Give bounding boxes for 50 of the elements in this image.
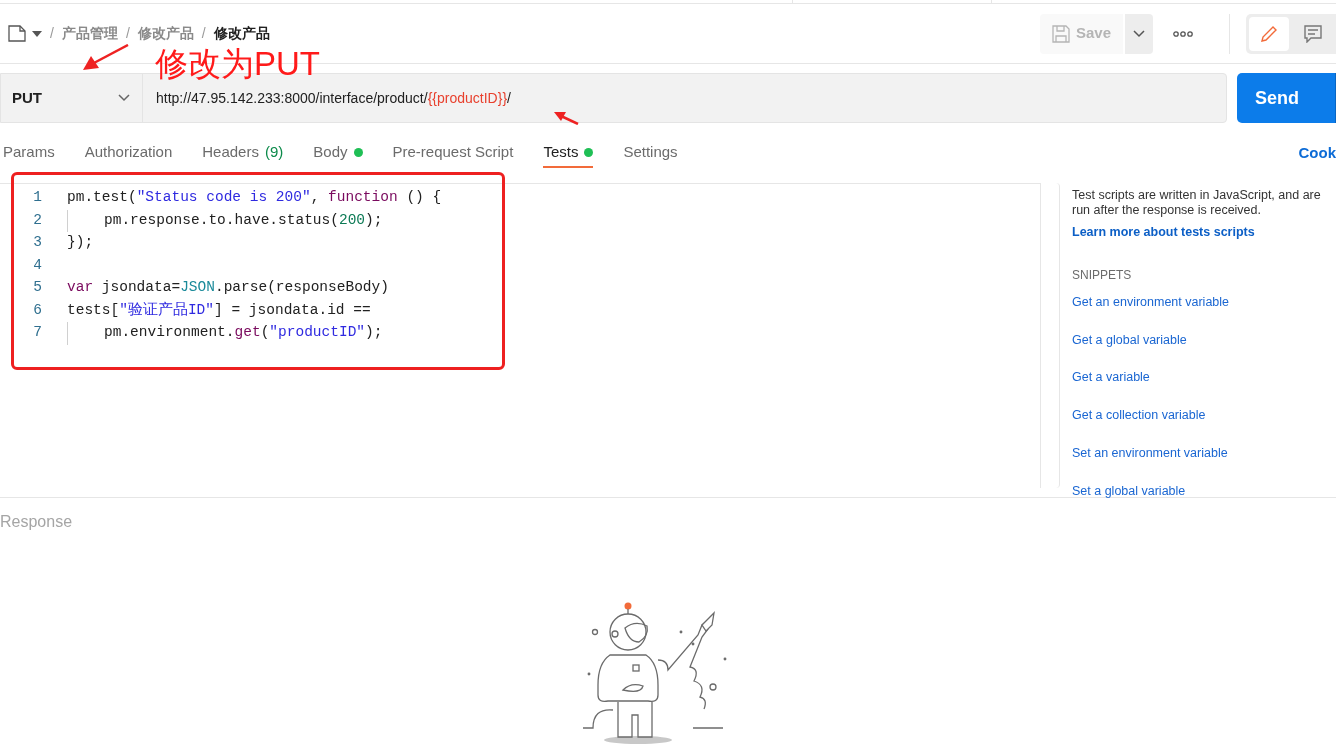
code-line: });	[67, 233, 94, 253]
snippets-heading: SNIPPETS	[1072, 266, 1133, 284]
line-number: 4	[32, 255, 43, 275]
code-line: pm.test("Status code is 200", function () {	[67, 188, 442, 208]
cookies-link[interactable]: Cook	[1298, 141, 1336, 165]
breadcrumb-separator: /	[201, 24, 206, 43]
snippet-link[interactable]: Get an environment variable	[1072, 292, 1326, 312]
code-line: var jsondata=JSON.parse(responseBody)	[67, 278, 389, 298]
line-number: 1	[32, 188, 43, 208]
request-tab[interactable]: Settings	[623, 138, 678, 168]
snippet-link[interactable]: Get a collection variable	[1072, 406, 1326, 425]
response-title: Response	[0, 512, 74, 532]
snippet-link[interactable]: Set a global variable	[1072, 481, 1326, 501]
code-line: pm.response.to.have.status(200);	[67, 209, 383, 232]
more-icon	[1173, 30, 1193, 37]
line-number: 7	[32, 323, 43, 343]
annotation-arrow	[82, 44, 130, 72]
code-line: pm.environment.get("productID");	[67, 322, 383, 345]
breadcrumb-link[interactable]: 修改产品	[137, 23, 194, 44]
line-number: 3	[32, 233, 43, 253]
edit-mode-button[interactable]	[1249, 16, 1289, 51]
request-tab[interactable]: Authorization	[84, 138, 173, 168]
code-editor[interactable]: 1 pm.test("Status code is 200", function () { 2 pm.response.to.have.status(200); 3 }); 4 5 var jsondata=JSON.parse(responseBody) 6 tests["验证产品ID"] = jsondata.id == 7 pm.environment.get("productID");	[0, 183, 1041, 488]
chevron-down-icon	[1133, 29, 1145, 38]
caret-icon[interactable]	[32, 29, 42, 38]
breadcrumb-link[interactable]: 产品管理	[61, 23, 118, 44]
breadcrumb-separator: /	[50, 24, 54, 43]
save-icon	[1051, 24, 1070, 43]
line-number: 5	[32, 278, 43, 298]
save-options-button[interactable]	[1125, 13, 1153, 54]
help-text: Test scripts are written in JavaScript, and are run after the response is received.	[1072, 188, 1322, 218]
comment-icon	[1304, 24, 1322, 43]
pencil-icon	[1260, 24, 1278, 43]
annotation-text: 修改为PUT	[155, 44, 320, 84]
request-tab[interactable]: Headers (9)	[202, 138, 284, 168]
breadcrumb-separator: /	[125, 24, 130, 43]
snippet-link[interactable]: Get a global variable	[1072, 330, 1326, 350]
request-icon[interactable]	[8, 25, 26, 42]
send-button[interactable]: Send	[1237, 73, 1336, 123]
learn-more-link[interactable]: Learn more about tests scripts	[1072, 223, 1326, 242]
request-tab[interactable]: Body	[313, 138, 363, 168]
request-tab[interactable]: Params	[3, 138, 55, 168]
code-line: tests["验证产品ID"] = jsondata.id ==	[67, 300, 371, 320]
request-tab[interactable]: Pre-request Script	[392, 138, 514, 168]
snippet-link[interactable]: Set an environment variable	[1072, 443, 1326, 463]
line-number: 6	[32, 300, 43, 320]
line-number: 2	[32, 210, 43, 230]
snippet-link[interactable]: Get a variable	[1072, 368, 1326, 387]
request-tab[interactable]: Tests	[543, 138, 594, 168]
breadcrumb-current: 修改产品	[213, 24, 270, 43]
